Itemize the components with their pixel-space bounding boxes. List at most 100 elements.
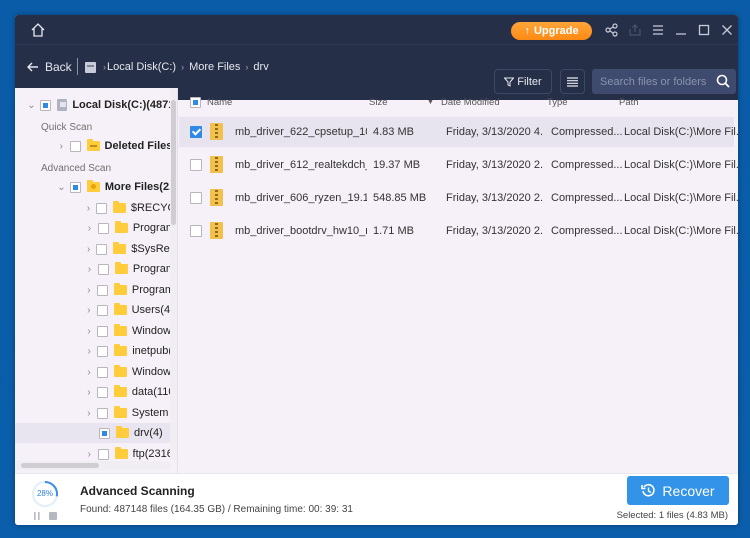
tree-item-folder[interactable]: › inetpub(5 bbox=[15, 341, 170, 361]
checkbox[interactable] bbox=[97, 263, 109, 275]
tree-item-folder[interactable]: › Program bbox=[15, 218, 170, 238]
row-checkbox[interactable] bbox=[190, 126, 202, 138]
stop-icon[interactable] bbox=[49, 512, 57, 520]
more-files-folder-icon bbox=[86, 180, 100, 192]
checkbox[interactable] bbox=[97, 222, 109, 234]
scrollbar-thumb[interactable] bbox=[21, 463, 99, 468]
tree-item-folder[interactable]: › data(110.. bbox=[15, 382, 170, 402]
deleted-folder-icon bbox=[86, 139, 100, 151]
checkbox[interactable] bbox=[96, 284, 108, 296]
tree-item-more-files[interactable]: ⌄ More Files(2... bbox=[15, 177, 170, 197]
tree-item-folder[interactable]: › $SysRese. bbox=[15, 239, 170, 259]
tree-item-folder[interactable]: › $RECYCL.. bbox=[15, 198, 170, 218]
chevron-right-icon[interactable]: › bbox=[85, 285, 93, 296]
select-all-checkbox[interactable] bbox=[190, 96, 201, 108]
chevron-down-icon[interactable]: ⌄ bbox=[57, 182, 66, 193]
checkbox[interactable] bbox=[69, 140, 81, 152]
checkbox[interactable] bbox=[96, 325, 108, 337]
checkbox[interactable] bbox=[39, 99, 51, 111]
tree-item-local-disk[interactable]: ⌄ Local Disk(C:)(4871... bbox=[15, 95, 170, 115]
checkbox[interactable] bbox=[97, 448, 109, 460]
tree-label: inetpub(5 bbox=[132, 345, 170, 357]
vertical-scrollbar[interactable] bbox=[170, 88, 177, 460]
chevron-right-icon[interactable]: › bbox=[85, 244, 92, 255]
file-row[interactable]: mb_driver_606_ryzen_19.1... 548.85 MB Fr… bbox=[179, 183, 738, 213]
back-button[interactable]: Back bbox=[27, 59, 72, 75]
chevron-down-icon[interactable]: ⌄ bbox=[27, 100, 36, 111]
title-bar: ↑ Upgrade bbox=[15, 15, 738, 45]
scan-progress-ring: 28% bbox=[31, 480, 59, 508]
close-icon[interactable] bbox=[720, 23, 734, 37]
tree-item-deleted-files[interactable]: › Deleted Files... bbox=[15, 136, 170, 156]
share-icon[interactable] bbox=[605, 23, 619, 37]
chevron-right-icon[interactable]: › bbox=[85, 408, 93, 419]
search-icon[interactable] bbox=[716, 74, 730, 88]
checkbox[interactable] bbox=[69, 181, 81, 193]
minimize-icon[interactable] bbox=[674, 23, 688, 37]
column-header-size[interactable]: Size bbox=[369, 88, 387, 116]
chevron-right-icon[interactable]: › bbox=[85, 203, 92, 214]
chevron-right-icon[interactable]: › bbox=[85, 223, 94, 234]
maximize-icon[interactable] bbox=[697, 23, 711, 37]
recover-button[interactable]: Recover bbox=[627, 476, 729, 505]
menu-icon[interactable] bbox=[651, 23, 665, 37]
breadcrumb-item[interactable]: drv bbox=[253, 61, 268, 73]
column-header-date[interactable]: Date Modified bbox=[441, 88, 500, 116]
checkbox[interactable] bbox=[96, 243, 108, 255]
row-checkbox[interactable] bbox=[190, 192, 202, 204]
row-checkbox[interactable] bbox=[190, 225, 202, 237]
chevron-right-icon[interactable]: › bbox=[85, 305, 93, 316]
checkbox[interactable] bbox=[96, 407, 108, 419]
file-row[interactable]: mb_driver_612_realtekdch_... 19.37 MB Fr… bbox=[179, 150, 738, 180]
checkbox[interactable] bbox=[97, 345, 109, 357]
tree-item-folder[interactable]: › Program.. bbox=[15, 280, 170, 300]
sort-desc-icon[interactable]: ▼ bbox=[427, 88, 434, 116]
row-checkbox[interactable] bbox=[190, 159, 202, 171]
checkbox[interactable] bbox=[96, 366, 108, 378]
breadcrumb-item[interactable]: More Files bbox=[189, 61, 240, 73]
checkbox[interactable] bbox=[96, 386, 108, 398]
export-icon[interactable] bbox=[628, 23, 642, 37]
checkbox[interactable] bbox=[96, 304, 108, 316]
column-header-type[interactable]: Type bbox=[547, 88, 568, 116]
chevron-right-icon[interactable]: › bbox=[85, 449, 94, 460]
tree-label: drv(4) bbox=[134, 427, 163, 439]
file-path: Local Disk(C:)\More Fil... bbox=[624, 225, 738, 237]
scrollbar-thumb[interactable] bbox=[171, 100, 176, 225]
file-path: Local Disk(C:)\More Fil... bbox=[624, 126, 738, 138]
tree-item-folder[interactable]: › Windows. bbox=[15, 362, 170, 382]
file-row[interactable]: mb_driver_622_cpsetup_10... 4.83 MB Frid… bbox=[179, 117, 738, 147]
folder-icon bbox=[113, 283, 127, 295]
checkbox[interactable] bbox=[95, 202, 107, 214]
chevron-right-icon[interactable]: › bbox=[57, 141, 66, 152]
breadcrumb-separator: › bbox=[245, 62, 249, 72]
chevron-right-icon[interactable]: › bbox=[85, 326, 93, 337]
upgrade-button[interactable]: ↑ Upgrade bbox=[511, 22, 592, 40]
horizontal-scrollbar[interactable] bbox=[15, 461, 170, 470]
upgrade-label: Upgrade bbox=[533, 25, 579, 37]
checkbox[interactable] bbox=[99, 427, 110, 439]
chevron-right-icon[interactable]: › bbox=[85, 367, 93, 378]
disk-icon bbox=[85, 61, 96, 73]
tree-label: Windows. bbox=[131, 366, 170, 378]
tree-label: Program bbox=[132, 263, 170, 275]
column-label: Path bbox=[619, 96, 639, 108]
folder-icon bbox=[114, 344, 128, 356]
file-row[interactable]: mb_driver_bootdrv_hw10_r... 1.71 MB Frid… bbox=[179, 216, 738, 246]
file-type: Compressed... bbox=[551, 126, 623, 138]
tree-item-folder[interactable]: › Program bbox=[15, 259, 170, 279]
file-date: Friday, 3/13/2020 2... bbox=[446, 159, 544, 171]
column-header-name[interactable]: Name bbox=[190, 88, 232, 116]
tree-item-folder[interactable]: › Windows. bbox=[15, 321, 170, 341]
chevron-right-icon[interactable]: › bbox=[85, 387, 93, 398]
home-icon[interactable] bbox=[30, 22, 46, 38]
tree-item-folder-selected[interactable]: drv(4) bbox=[15, 423, 170, 443]
column-header-path[interactable]: Path bbox=[619, 88, 639, 116]
chevron-right-icon[interactable]: › bbox=[85, 264, 94, 275]
pause-icon[interactable] bbox=[33, 512, 41, 520]
chevron-right-icon[interactable]: › bbox=[85, 346, 93, 357]
tree-item-folder[interactable]: › System V. bbox=[15, 403, 170, 423]
search-input[interactable] bbox=[600, 75, 712, 88]
breadcrumb-item[interactable]: Local Disk(C:) bbox=[107, 61, 176, 73]
tree-item-folder[interactable]: › Users(43.. bbox=[15, 300, 170, 320]
